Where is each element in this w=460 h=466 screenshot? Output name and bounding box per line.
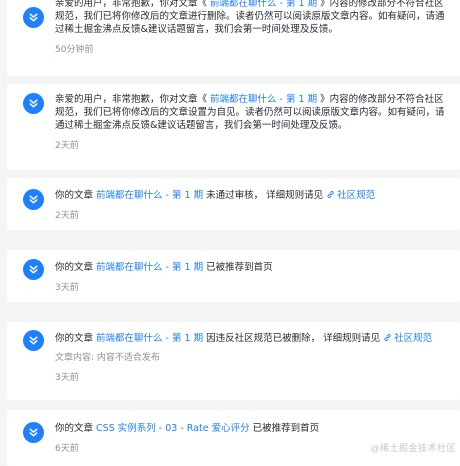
double-chevron-down-icon — [29, 336, 38, 345]
link-icon — [384, 333, 391, 342]
notification-message: 亲爱的用户，非常抱歉，你对文章《 前端都在聊什么 - 第 1 期 》内容的修改部… — [55, 94, 445, 131]
watermark: @稀土掘金技术社区 — [370, 444, 456, 454]
notification-time: 3天前 — [55, 373, 79, 383]
double-chevron-down-icon — [29, 265, 38, 274]
article-link[interactable]: 前端都在聊什么 - 第 1 期 — [207, 94, 320, 105]
notification-time: 2天前 — [55, 141, 79, 151]
system-avatar — [23, 7, 44, 28]
article-link[interactable]: 前端都在聊什么 - 第 1 期 — [96, 333, 203, 344]
system-avatar — [23, 93, 44, 114]
system-avatar — [23, 189, 44, 210]
notification-card: 你的文章 前端都在聊什么 - 第 1 期 未通过审核， 详细规则请见 社区规范 … — [7, 178, 460, 230]
article-link[interactable]: 前端都在聊什么 - 第 1 期 — [96, 262, 203, 273]
system-avatar — [23, 422, 44, 443]
double-chevron-down-icon — [29, 13, 38, 22]
double-chevron-down-icon — [29, 195, 38, 204]
notification-time: 2天前 — [55, 211, 79, 221]
notification-card: 亲爱的用户，非常抱歉，你对文章《 前端都在聊什么 - 第 1 期 》内容的修改部… — [7, 0, 460, 76]
double-chevron-down-icon — [29, 428, 38, 437]
notification-card: 亲爱的用户，非常抱歉，你对文章《 前端都在聊什么 - 第 1 期 》内容的修改部… — [7, 84, 460, 170]
notification-message: 你的文章 前端都在聊什么 - 第 1 期 未通过审核， 详细规则请见 社区规范 — [55, 190, 376, 201]
notification-card: 你的文章 前端都在聊什么 - 第 1 期 已被推荐到首页 3天前 — [7, 250, 460, 302]
article-link[interactable]: CSS 实例系列 - 03 - Rate 爱心评分 — [96, 423, 250, 434]
notification-message: 你的文章 前端都在聊什么 - 第 1 期 已被推荐到首页 — [55, 262, 273, 273]
notification-card: 你的文章 CSS 实例系列 - 03 - Rate 爱心评分 已被推荐到首页 6… — [7, 410, 460, 466]
article-link[interactable]: 前端都在聊什么 - 第 1 期 — [207, 0, 320, 9]
notification-message: 你的文章 前端都在聊什么 - 第 1 期 因违反社区规范已被删除， 详细规则请见… — [55, 333, 433, 344]
notification-detail: 文章内容: 内容不适合发布 — [55, 353, 160, 363]
system-avatar — [23, 259, 44, 280]
rule-link[interactable]: 社区规范 — [326, 190, 375, 201]
notification-time: 3天前 — [55, 283, 79, 293]
link-icon — [327, 190, 334, 199]
notification-time: 50分钟前 — [55, 45, 94, 55]
system-avatar — [23, 330, 44, 351]
article-link[interactable]: 前端都在聊什么 - 第 1 期 — [96, 190, 203, 201]
double-chevron-down-icon — [29, 99, 38, 108]
notification-card: 你的文章 前端都在聊什么 - 第 1 期 因违反社区规范已被删除， 详细规则请见… — [7, 322, 460, 400]
rule-link[interactable]: 社区规范 — [383, 333, 432, 344]
notification-message: 亲爱的用户，非常抱歉，你对文章《 前端都在聊什么 - 第 1 期 》内容的修改部… — [55, 0, 445, 35]
notification-message: 你的文章 CSS 实例系列 - 03 - Rate 爱心评分 已被推荐到首页 — [55, 423, 320, 434]
